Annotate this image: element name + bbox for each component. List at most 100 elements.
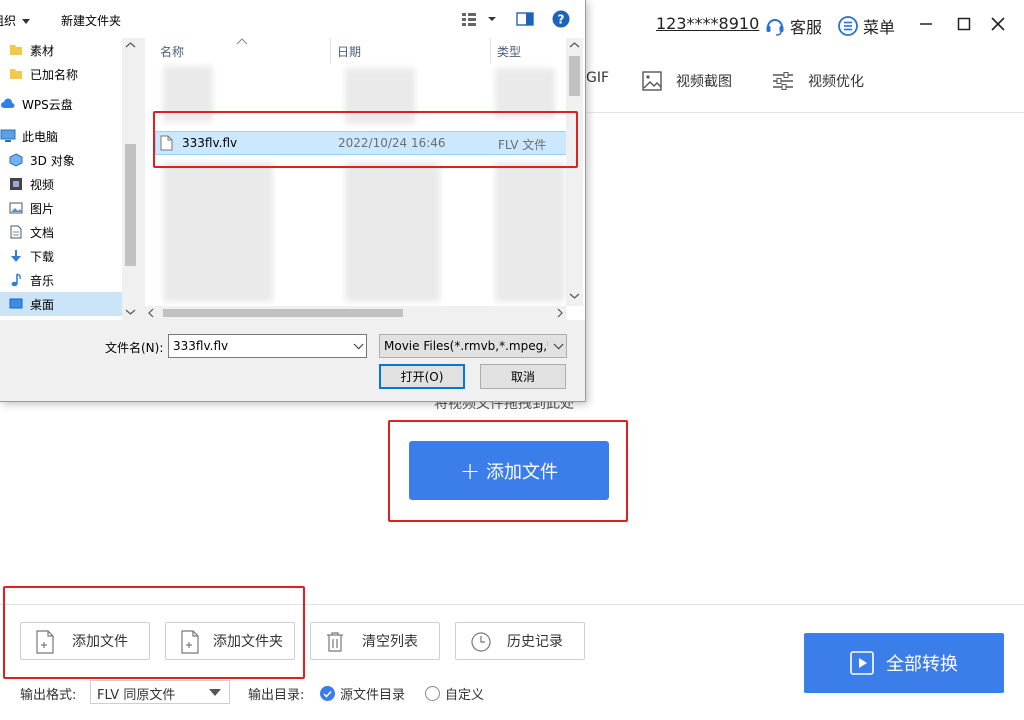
output-format-select[interactable]: FLV 同原文件: [90, 680, 230, 704]
menu-button[interactable]: 菜单: [837, 14, 895, 38]
history-button[interactable]: 历史记录: [455, 622, 585, 660]
cube-icon: [8, 152, 24, 168]
cloud-icon: [0, 96, 16, 112]
nav-item-label: 图片: [30, 201, 55, 216]
plus-icon: +: [459, 456, 481, 485]
scroll-arrows-icon: [569, 42, 580, 299]
open-button[interactable]: 打开(O): [379, 364, 465, 389]
convert-all-label: 全部转换: [886, 654, 958, 675]
convert-all-button[interactable]: 全部转换: [804, 633, 1004, 693]
minimize-icon: [920, 23, 932, 25]
blurred-file-entry: [495, 162, 565, 302]
nav-scrollbar[interactable]: [122, 38, 139, 320]
chevron-down-icon[interactable]: [353, 339, 364, 350]
chevron-down-icon: [553, 339, 564, 350]
image-icon: [642, 70, 662, 92]
minimize-button[interactable]: [916, 14, 936, 34]
folder-icon: [8, 66, 24, 82]
maximize-button[interactable]: [954, 14, 974, 34]
filetype-value: Movie Files(*.rmvb,*.mpeg,*: [384, 339, 548, 353]
add-file-button[interactable]: 添加文件: [20, 622, 150, 660]
converter-app: 123****8910 客服 菜单 GIF 视频截图 视频优化 将视频文件拖拽到…: [0, 0, 1024, 720]
add-folder-button[interactable]: 添加文件夹: [165, 622, 295, 660]
nav-item-documents[interactable]: 文档: [8, 220, 130, 244]
dir-source-label: 源文件目录: [340, 688, 406, 703]
blurred-file-entry: [345, 162, 440, 302]
column-divider: [490, 38, 491, 64]
nav-item-desktop[interactable]: 桌面: [0, 292, 122, 316]
service-button[interactable]: 客服: [764, 14, 822, 38]
hscroll-thumb[interactable]: [163, 309, 403, 317]
nav-scroll-thumb[interactable]: [125, 144, 136, 266]
clear-list-label: 清空列表: [362, 634, 418, 650]
output-format-value: FLV 同原文件: [97, 688, 176, 703]
nav-item-label: 下载: [30, 249, 55, 264]
chevron-down-icon: [209, 689, 221, 696]
chevron-down-icon: [22, 19, 30, 24]
file-type: FLV 文件: [498, 138, 547, 152]
nav-item-label: 文档: [30, 225, 55, 240]
blurred-file-entry: [163, 66, 213, 122]
menu-list-icon: [837, 15, 859, 37]
nav-item-wps-cloud[interactable]: WPS云盘: [0, 92, 122, 116]
organize-button[interactable]: 组织: [0, 12, 30, 29]
add-file-main-label: 添加文件: [486, 461, 559, 483]
file-name: 333flv.flv: [182, 136, 238, 150]
file-list-hscrollbar[interactable]: [145, 306, 566, 320]
file-list-pane: 名称 日期 类型 333flv.flv 2022/10/24 16:46 FLV…: [145, 38, 585, 320]
filename-value: 333flv.flv: [173, 339, 229, 353]
radio-unchecked-icon: [425, 686, 440, 701]
help-icon[interactable]: ?: [552, 10, 570, 32]
dir-source-radio[interactable]: 源文件目录: [320, 684, 405, 703]
column-name[interactable]: 名称: [160, 43, 184, 60]
nav-item-music[interactable]: 音乐: [8, 268, 130, 292]
nav-item-videos[interactable]: 视频: [8, 172, 130, 196]
clear-list-button[interactable]: 清空列表: [310, 622, 440, 660]
maximize-icon: [957, 17, 971, 31]
close-button[interactable]: [988, 14, 1008, 34]
blurred-file-entry: [345, 68, 415, 124]
file-open-dialog: 组织 新建文件夹 ? 素材 已加名称 WPS云盘: [0, 0, 586, 402]
column-divider: [330, 38, 331, 64]
nav-item-3d-objects[interactable]: 3D 对象: [8, 148, 130, 172]
nav-item-materials[interactable]: 素材: [8, 38, 130, 62]
tool-optimize[interactable]: 视频优化: [772, 70, 864, 92]
svg-text:?: ?: [558, 13, 565, 27]
column-date[interactable]: 日期: [337, 43, 361, 60]
dir-custom-radio[interactable]: 自定义: [425, 684, 484, 703]
cancel-button[interactable]: 取消: [480, 364, 566, 389]
account-link[interactable]: 123****8910: [656, 14, 759, 33]
file-list-vscrollbar[interactable]: [566, 38, 583, 306]
nav-item-label: WPS云盘: [22, 97, 73, 112]
view-options-icon[interactable]: [462, 11, 496, 31]
nav-item-downloads[interactable]: 下载: [8, 244, 130, 268]
dialog-toolbar: 组织 新建文件夹 ?: [0, 0, 585, 38]
nav-item-label: 已加名称: [30, 67, 79, 82]
tool-screenshot-label: 视频截图: [676, 74, 732, 90]
nav-item-label: 桌面: [30, 297, 55, 312]
nav-item-named[interactable]: 已加名称: [8, 62, 130, 86]
tool-screenshot[interactable]: 视频截图: [642, 70, 732, 92]
file-date: 2022/10/24 16:46: [338, 136, 446, 150]
blurred-file-entry: [495, 68, 555, 118]
nav-item-label: 视频: [30, 177, 55, 192]
output-settings: 输出格式: FLV 同原文件 输出目录: 源文件目录 自定义: [0, 680, 700, 704]
music-icon: [8, 272, 24, 288]
nav-item-pictures[interactable]: 图片: [8, 196, 130, 220]
file-icon: [160, 135, 173, 154]
preview-pane-icon[interactable]: [516, 11, 534, 31]
play-icon: [850, 651, 874, 675]
menu-label: 菜单: [863, 18, 896, 37]
new-folder-button[interactable]: 新建文件夹: [61, 12, 121, 29]
tool-gif[interactable]: GIF: [586, 70, 609, 86]
filename-input[interactable]: 333flv.flv: [168, 334, 367, 358]
sort-arrow-icon: [236, 38, 248, 45]
dir-custom-label: 自定义: [445, 688, 485, 703]
add-file-main-button[interactable]: + 添加文件: [409, 441, 609, 500]
blurred-file-entry: [163, 162, 273, 302]
headset-icon: [764, 15, 786, 37]
file-row-selected[interactable]: 333flv.flv 2022/10/24 16:46 FLV 文件: [155, 131, 567, 155]
filetype-select[interactable]: Movie Files(*.rmvb,*.mpeg,*: [379, 334, 567, 358]
column-type[interactable]: 类型: [497, 43, 521, 60]
nav-item-this-pc[interactable]: 此电脑: [0, 124, 122, 148]
